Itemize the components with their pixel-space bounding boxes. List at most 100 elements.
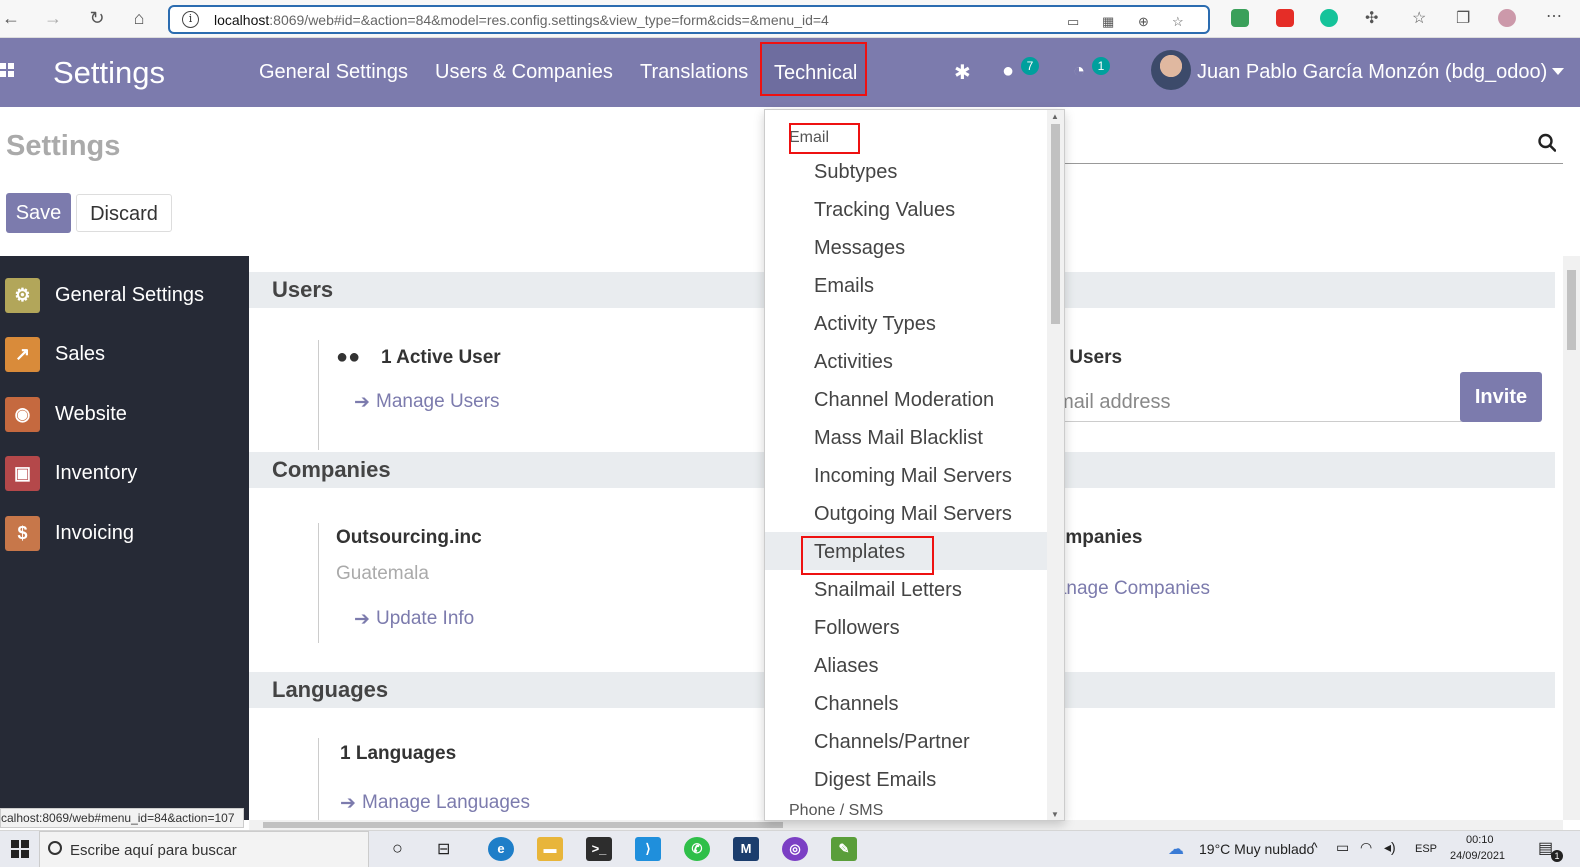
zoom-icon[interactable]: ⊕: [1138, 14, 1149, 30]
menu-item-activity-types[interactable]: Activity Types: [765, 304, 1047, 342]
file-explorer-icon[interactable]: ▬: [537, 837, 563, 861]
section-title: Users: [272, 277, 334, 302]
menu-item-incoming-mail-servers[interactable]: Incoming Mail Servers: [765, 456, 1047, 494]
apps-menu-icon[interactable]: [0, 63, 14, 79]
address-bar[interactable]: i localhost:8069/web#id=&action=84&model…: [168, 5, 1210, 34]
battery-icon[interactable]: ▭: [1336, 839, 1349, 856]
menu-item-emails[interactable]: Emails: [765, 266, 1047, 304]
github-desktop-icon[interactable]: ◎: [782, 837, 808, 861]
menu-item-digest-emails[interactable]: Digest Emails: [765, 760, 1047, 798]
sidebar-item-website[interactable]: ◉ Website: [0, 386, 249, 444]
menu-item-followers[interactable]: Followers: [765, 608, 1047, 646]
reload-icon[interactable]: ↻: [86, 8, 108, 29]
weather-cloud-icon[interactable]: ☁: [1168, 839, 1184, 859]
scrollbar-thumb[interactable]: [1567, 270, 1576, 350]
users-group-icon: ●●: [336, 346, 361, 368]
menu-item-outgoing-mail-servers[interactable]: Outgoing Mail Servers: [765, 494, 1047, 532]
shield-extension-icon[interactable]: [1231, 9, 1249, 27]
save-button[interactable]: Save: [6, 193, 71, 233]
keyboard-language[interactable]: ESP: [1415, 843, 1437, 855]
back-icon[interactable]: ←: [0, 8, 22, 29]
nav-technical[interactable]: Technical: [760, 42, 867, 96]
nav-general-settings[interactable]: General Settings: [259, 61, 408, 84]
forward-icon[interactable]: →: [42, 8, 64, 29]
menu-item-snailmail-letters[interactable]: Snailmail Letters: [765, 570, 1047, 608]
activities-clock-icon[interactable]: ◔: [1073, 60, 1085, 83]
clock-time[interactable]: 00:10: [1466, 834, 1494, 846]
sidebar-item-label: Inventory: [55, 462, 138, 484]
mysql-workbench-icon[interactable]: M: [733, 837, 759, 861]
menu-item-channel-moderation[interactable]: Channel Moderation: [765, 380, 1047, 418]
tray-chevron-up-icon[interactable]: ^: [1311, 839, 1318, 855]
scrollbar-thumb[interactable]: [1051, 124, 1060, 324]
task-view-icon[interactable]: ⊟: [437, 839, 450, 859]
update-info-link[interactable]: Update Info: [376, 608, 474, 630]
wifi-icon[interactable]: ◠: [1360, 839, 1372, 856]
edge-icon[interactable]: e: [488, 837, 514, 861]
sidebar-item-label: General Settings: [55, 284, 204, 306]
invite-button[interactable]: Invite: [1460, 372, 1542, 422]
invite-email-input[interactable]: Enter e-mail address: [986, 385, 1461, 422]
more-icon[interactable]: ⋯: [1546, 6, 1562, 26]
sidebar-item-general-settings[interactable]: ⚙ General Settings: [0, 267, 249, 325]
debug-bug-icon[interactable]: ✱: [954, 60, 971, 85]
weather-text[interactable]: 19°C Muy nublado: [1199, 841, 1314, 857]
technical-dropdown-menu: Email Subtypes Tracking Values Messages …: [764, 109, 1065, 821]
search-icon[interactable]: [1538, 132, 1556, 154]
address-url[interactable]: localhost:8069/web#id=&action=84&model=r…: [214, 12, 829, 28]
app-brand[interactable]: Settings: [53, 55, 165, 91]
profile-avatar[interactable]: [1498, 9, 1516, 27]
home-icon[interactable]: ⌂: [128, 8, 150, 29]
user-avatar[interactable]: [1151, 50, 1191, 90]
volume-icon[interactable]: ◂): [1384, 839, 1396, 856]
favorites-icon[interactable]: ☆: [1412, 8, 1426, 28]
nav-technical-label: Technical: [774, 62, 858, 84]
sidebar-item-label: Sales: [55, 343, 106, 365]
sidebar-item-sales[interactable]: ↗ Sales: [0, 326, 249, 384]
windows-start-icon[interactable]: [11, 840, 29, 858]
menu-item-messages[interactable]: Messages: [765, 228, 1047, 266]
manage-languages-link[interactable]: Manage Languages: [362, 792, 530, 814]
sidebar-item-invoicing[interactable]: $ Invoicing: [0, 505, 249, 563]
grammarly-extension-icon[interactable]: [1320, 9, 1338, 27]
clock-date[interactable]: 24/09/2021: [1450, 850, 1505, 862]
extensions-icon[interactable]: ✣: [1365, 8, 1378, 28]
menu-item-subtypes[interactable]: Subtypes: [765, 152, 1047, 190]
discard-button[interactable]: Discard: [76, 194, 172, 232]
menu-item-mass-mail-blacklist[interactable]: Mass Mail Blacklist: [765, 418, 1047, 456]
scrollbar-thumb[interactable]: [263, 822, 783, 828]
scroll-up-icon[interactable]: ▲: [1051, 112, 1059, 121]
main-horizontal-scrollbar[interactable]: [249, 820, 1563, 830]
menu-item-activities[interactable]: Activities: [765, 342, 1047, 380]
menu-item-channels-partner[interactable]: Channels/Partner: [765, 722, 1047, 760]
user-menu[interactable]: Juan Pablo García Monzón (bdg_odoo): [1197, 61, 1547, 84]
menu-item-aliases[interactable]: Aliases: [765, 646, 1047, 684]
collections-icon[interactable]: ❐: [1456, 8, 1470, 28]
taskbar-search[interactable]: Escribe aquí para buscar: [39, 831, 369, 867]
menu-item-tracking-values[interactable]: Tracking Values: [765, 190, 1047, 228]
menu-item-channels[interactable]: Channels: [765, 684, 1047, 722]
main-vertical-scrollbar[interactable]: [1563, 256, 1580, 820]
whatsapp-icon[interactable]: ✆: [684, 837, 710, 861]
page-title: Settings: [6, 130, 121, 162]
notepad-plus-icon[interactable]: ✎: [831, 837, 857, 861]
dropdown-scrollbar[interactable]: ▲ ▼: [1047, 110, 1064, 820]
favorite-icon[interactable]: ☆: [1172, 14, 1184, 30]
cortana-icon[interactable]: ○: [392, 838, 403, 859]
nav-translations[interactable]: Translations: [640, 61, 748, 84]
manage-companies-link[interactable]: Manage Companies: [1040, 578, 1210, 600]
nav-users-companies[interactable]: Users & Companies: [435, 61, 613, 84]
sidebar-item-inventory[interactable]: ▣ Inventory: [0, 445, 249, 503]
manage-users-link[interactable]: Manage Users: [376, 391, 500, 413]
youtube-extension-icon[interactable]: [1276, 9, 1294, 27]
scroll-down-icon[interactable]: ▼: [1051, 810, 1059, 819]
messages-icon[interactable]: ●: [1002, 60, 1014, 83]
cast-icon[interactable]: ▭: [1067, 14, 1079, 30]
chevron-down-icon[interactable]: [1552, 68, 1564, 75]
terminal-icon[interactable]: >_: [586, 837, 612, 861]
vscode-icon[interactable]: ⟩: [635, 837, 661, 861]
qr-icon[interactable]: ▦: [1102, 14, 1114, 30]
search-input[interactable]: [1045, 163, 1563, 164]
site-info-icon[interactable]: i: [182, 11, 199, 28]
messages-badge: 7: [1021, 57, 1039, 75]
